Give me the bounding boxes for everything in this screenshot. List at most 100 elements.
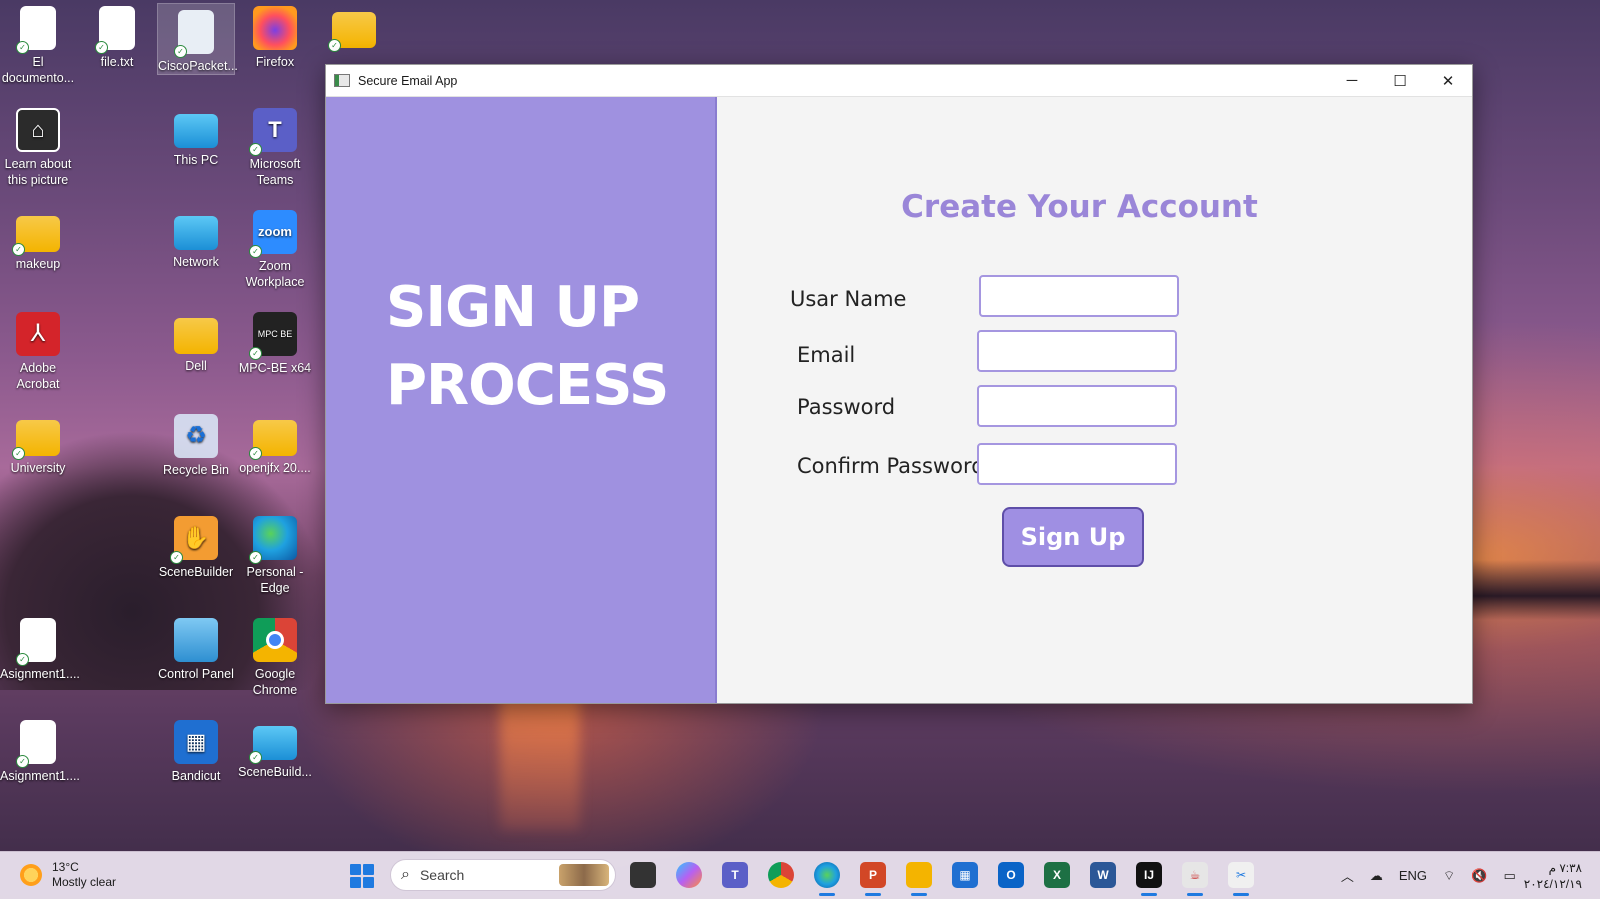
scenebuilder-icon: ✋ ✓ [170, 516, 218, 564]
username-input[interactable] [979, 275, 1179, 317]
desktop-icon-folder-top[interactable]: ✓ [316, 0, 392, 52]
desktop-icon-label: file.txt [100, 55, 134, 69]
taskbar-clock[interactable]: ٧:٣٨ م ٢٠٢٤/١٢/١٩ [1524, 860, 1582, 892]
volume-muted-icon[interactable]: 🔇 [1471, 868, 1487, 884]
desktop-icon-university[interactable]: ✓ University [0, 408, 76, 476]
bandicut-icon: ▦ [174, 720, 218, 764]
file-explorer-icon[interactable] [906, 862, 932, 896]
excel-icon[interactable]: X [1044, 862, 1070, 888]
word-icon[interactable]: W [1090, 862, 1116, 888]
firefox-icon [253, 6, 297, 50]
folder-icon: ✓ [12, 216, 60, 256]
network-icon [174, 216, 218, 250]
desktop-icon-label: Zoom Workplace [245, 259, 305, 289]
scenebuilder-installer-icon: ✓ [249, 726, 297, 764]
desktop-icon-makeup[interactable]: ✓ makeup [0, 204, 76, 272]
zoom-icon: zoom ✓ [249, 210, 297, 258]
copilot-icon[interactable] [676, 862, 702, 888]
banner-line-1: SIGN UP [386, 275, 640, 340]
desktop-icon-label: Network [173, 255, 219, 269]
desktop-icon-asignment1-word[interactable]: ✓ Asignment1.... [0, 612, 80, 682]
folder-icon: ✓ [328, 12, 376, 52]
task-view-icon[interactable] [630, 862, 656, 888]
desktop-icon-control-panel[interactable]: Control Panel [158, 612, 234, 682]
desktop-icon-scenebuilder-installer[interactable]: ✓ SceneBuild... [237, 714, 313, 780]
desktop-icon-label: Adobe Acrobat [16, 361, 60, 391]
signup-banner-pane: SIGN UP PROCESS [326, 97, 717, 703]
word-document-icon: ✓ [16, 618, 56, 666]
taskbar-search[interactable]: ⌕ Search [390, 859, 616, 891]
control-panel-icon [174, 618, 218, 662]
outlook-icon[interactable]: O [998, 862, 1024, 888]
weather-temperature: 13°C [52, 860, 79, 874]
desktop-icon-el-documento[interactable]: ✓ El documento... [0, 0, 76, 86]
desktop-icon-learn-picture[interactable]: ⌂ Learn about this picture [0, 102, 76, 188]
minimize-button[interactable]: ─ [1328, 65, 1376, 96]
maximize-button[interactable]: ☐ [1376, 65, 1424, 96]
desktop-icon-file-txt[interactable]: ✓ file.txt [79, 0, 155, 70]
search-icon: ⌕ [401, 866, 410, 883]
desktop-icon-bandicut[interactable]: ▦ Bandicut [158, 714, 234, 784]
desktop-icon-teams[interactable]: T ✓ Microsoft Teams [237, 102, 313, 188]
edge-icon[interactable] [814, 862, 840, 896]
desktop-icon-chrome[interactable]: Google Chrome [237, 612, 313, 698]
acrobat-icon: ⅄ [16, 312, 60, 356]
desktop-icon-zoom[interactable]: zoom ✓ Zoom Workplace [237, 204, 313, 290]
window-content: SIGN UP PROCESS Create Your Account Usar… [326, 97, 1472, 703]
system-tray: ︿ ☁ ENG ⌔ 🔇 ▭ ٧:٣٨ م ٢٠٢٤/١٢/١٩ [1333, 852, 1600, 899]
desktop-icon-network[interactable]: Network [158, 204, 234, 270]
desktop-icon-label: Learn about this picture [4, 157, 72, 187]
signup-button[interactable]: Sign Up [1002, 507, 1144, 567]
desktop-icon-dell[interactable]: Dell [158, 306, 234, 374]
desktop-icon-scenebuilder[interactable]: ✋ ✓ SceneBuilder [158, 510, 234, 580]
desktop-icon-recycle-bin[interactable]: ♻ Recycle Bin [158, 408, 234, 478]
language-indicator[interactable]: ENG [1399, 868, 1427, 883]
email-input[interactable] [977, 330, 1177, 372]
desktop-icon-label: SceneBuilder [158, 565, 234, 579]
desktop-icon-label: Personal - Edge [246, 565, 304, 595]
edge-icon: ✓ [249, 516, 297, 564]
desktop-icon-label: Microsoft Teams [249, 157, 301, 187]
onedrive-cloud-icon[interactable]: ☁ [1370, 868, 1383, 884]
close-button[interactable]: ✕ [1424, 65, 1472, 96]
desktop-icon-openjfx[interactable]: ✓ openjfx 20.... [237, 408, 313, 476]
desktop-icon-label: Control Panel [158, 667, 234, 681]
intellij-icon[interactable]: IJ [1136, 862, 1162, 896]
signup-banner-heading: SIGN UP PROCESS [386, 269, 669, 425]
desktop-icon-asignment1-edge[interactable]: ✓ Asignment1.... [0, 714, 80, 784]
desktop-icon-label: Google Chrome [252, 667, 298, 697]
desktop-icon-this-pc[interactable]: This PC [158, 102, 234, 168]
chrome-icon[interactable] [768, 862, 794, 888]
show-hidden-icons-chevron-icon[interactable]: ︿ [1341, 866, 1354, 885]
wifi-icon[interactable]: ⌔ [1443, 868, 1455, 884]
confirm-password-label: Confirm Password [797, 454, 985, 478]
desktop-icon-label: Asignment1.... [0, 667, 80, 681]
weather-widget[interactable]: 13°C Mostly clear [20, 860, 116, 890]
form-title: Create Your Account [901, 189, 1258, 225]
desktop-icon-acrobat[interactable]: ⅄ Adobe Acrobat [0, 306, 76, 392]
store-icon[interactable]: ▦ [952, 862, 978, 888]
java-app-icon[interactable]: ☕ [1182, 862, 1208, 896]
desktop-icon-label: Bandicut [171, 769, 221, 783]
snipping-tool-icon[interactable]: ✂ [1228, 862, 1254, 896]
powerpoint-icon[interactable]: P [860, 862, 886, 896]
email-label: Email [797, 343, 856, 367]
desktop-icon-mpc-be[interactable]: MPC BE ✓ MPC-BE x64 [237, 306, 313, 376]
desktop-icon-personal-edge[interactable]: ✓ Personal - Edge [237, 510, 313, 596]
desktop-icon-label: Dell [185, 359, 207, 373]
confirm-password-input[interactable] [977, 443, 1177, 485]
battery-icon[interactable]: ▭ [1503, 868, 1515, 884]
desktop-icon-label: SceneBuild... [238, 765, 312, 779]
desktop-icon-ciscopacket[interactable]: ✓ CiscoPacket... [157, 3, 238, 75]
this-pc-icon [174, 114, 218, 148]
teams-icon[interactable]: T [722, 862, 748, 888]
taskbar: 13°C Mostly clear ⌕ Search T P ▦ O X W I… [0, 851, 1600, 899]
password-input[interactable] [977, 385, 1177, 427]
weather-moon-icon [20, 864, 42, 886]
window-titlebar[interactable]: Secure Email App ─ ☐ ✕ [326, 65, 1472, 97]
folder-icon [174, 318, 218, 354]
search-placeholder: Search [419, 867, 465, 883]
start-button[interactable] [350, 864, 374, 888]
desktop-icon-firefox[interactable]: Firefox [237, 0, 313, 70]
password-label: Password [797, 395, 896, 419]
